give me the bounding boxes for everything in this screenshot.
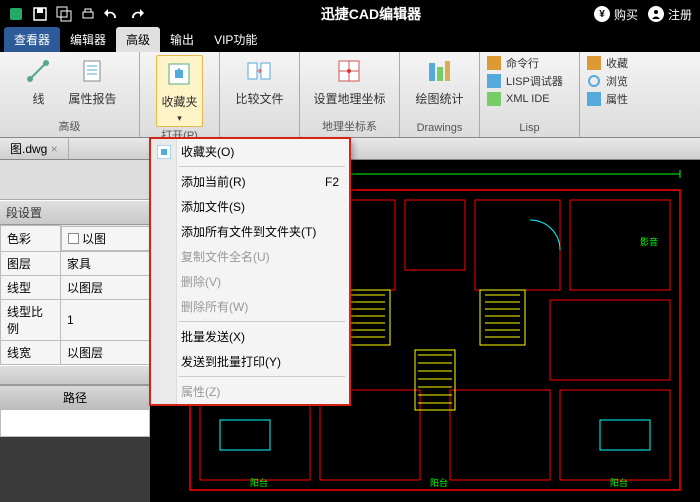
menu-batch-send[interactable]: 批量发送(X) — [151, 324, 349, 349]
document-tab[interactable]: 图.dwg × — [0, 138, 69, 159]
path-input[interactable] — [0, 409, 150, 437]
prop-row: 图层家具 — [1, 251, 150, 275]
tab-viewer[interactable]: 查看器 — [4, 27, 60, 52]
ribbon-fav2[interactable]: 收藏 — [586, 55, 634, 71]
buy-button[interactable]: ¥ 购买 — [594, 6, 638, 23]
ribbon-report[interactable]: 属性报告 — [68, 55, 116, 107]
prop-row: 线型比例1 — [1, 299, 150, 340]
app-title: 迅捷CAD编辑器 — [148, 4, 594, 24]
tab-editor[interactable]: 编辑器 — [60, 27, 116, 52]
tab-vip[interactable]: VIP功能 — [204, 27, 267, 52]
menu-delete: 删除(V) — [151, 269, 349, 294]
app-icon[interactable] — [4, 2, 28, 26]
menu-add-file[interactable]: 添加文件(S) — [151, 194, 349, 219]
ribbon-browse[interactable]: 浏览 — [586, 73, 634, 89]
menu-add-current[interactable]: 添加当前(R)F2 — [151, 169, 349, 194]
prop-row: 线宽以图层 — [1, 340, 150, 364]
left-panel: 段设置 色彩以图 图层家具 线型以图层 线型比例1 线宽以图层 路径 — [0, 160, 150, 437]
checkbox-icon[interactable] — [68, 233, 79, 244]
ribbon-favorites[interactable]: 收藏夹 ▾ — [156, 55, 202, 127]
tab-advanced[interactable]: 高级 — [116, 27, 160, 52]
ribbon-stats[interactable]: 绘图统计 — [415, 55, 463, 107]
ribbon-group-label-1: 高级 — [6, 118, 133, 136]
menu-add-all[interactable]: 添加所有文件到文件夹(T) — [151, 219, 349, 244]
panel-header: 段设置 — [0, 200, 150, 225]
svg-text:阳台: 阳台 — [610, 477, 628, 488]
undo-icon[interactable] — [100, 2, 124, 26]
ribbon-cmdline[interactable]: 命令行 — [486, 55, 573, 71]
ribbon-lisp[interactable]: LISP调试器 — [486, 73, 573, 89]
user-icon — [648, 6, 664, 22]
ribbon-group-label-5: Drawings — [406, 122, 473, 136]
print-icon[interactable] — [76, 2, 100, 26]
ribbon-compare[interactable]: 比较文件 — [235, 55, 283, 107]
close-tab-icon[interactable]: × — [51, 142, 58, 156]
favorites-icon — [156, 144, 172, 160]
menu-copy-fullname: 复制文件全名(U) — [151, 244, 349, 269]
ribbon-geo[interactable]: 设置地理坐标 — [313, 55, 385, 107]
ribbon-xml[interactable]: XML IDE — [486, 91, 573, 107]
save-icon[interactable] — [28, 2, 52, 26]
ribbon-props[interactable]: 属性 — [586, 91, 634, 107]
register-button[interactable]: 注册 — [648, 6, 692, 23]
saveall-icon[interactable] — [52, 2, 76, 26]
favorites-context-menu: 收藏夹(O) 添加当前(R)F2 添加文件(S) 添加所有文件到文件夹(T) 复… — [150, 138, 350, 405]
yen-icon: ¥ — [594, 6, 610, 22]
tab-output[interactable]: 输出 — [160, 27, 204, 52]
menu-favorites[interactable]: 收藏夹(O) — [151, 139, 349, 164]
svg-text:影音: 影音 — [640, 236, 658, 247]
svg-text:阳台: 阳台 — [250, 477, 268, 488]
menu-delete-all: 删除所有(W) — [151, 294, 349, 319]
menu-send-batch-print[interactable]: 发送到批量打印(Y) — [151, 349, 349, 374]
redo-icon[interactable] — [124, 2, 148, 26]
prop-row: 色彩以图 — [1, 226, 150, 252]
prop-row: 线型以图层 — [1, 275, 150, 299]
ribbon-group-label-4: 地理坐标系 — [306, 118, 393, 136]
ribbon-group-label-6: Lisp — [486, 122, 573, 136]
menu-properties: 属性(Z) — [151, 379, 349, 404]
ribbon-line1[interactable]: 线 — [22, 55, 54, 107]
svg-text:阳台: 阳台 — [430, 477, 448, 488]
panel-footer: 路径 — [0, 385, 150, 409]
